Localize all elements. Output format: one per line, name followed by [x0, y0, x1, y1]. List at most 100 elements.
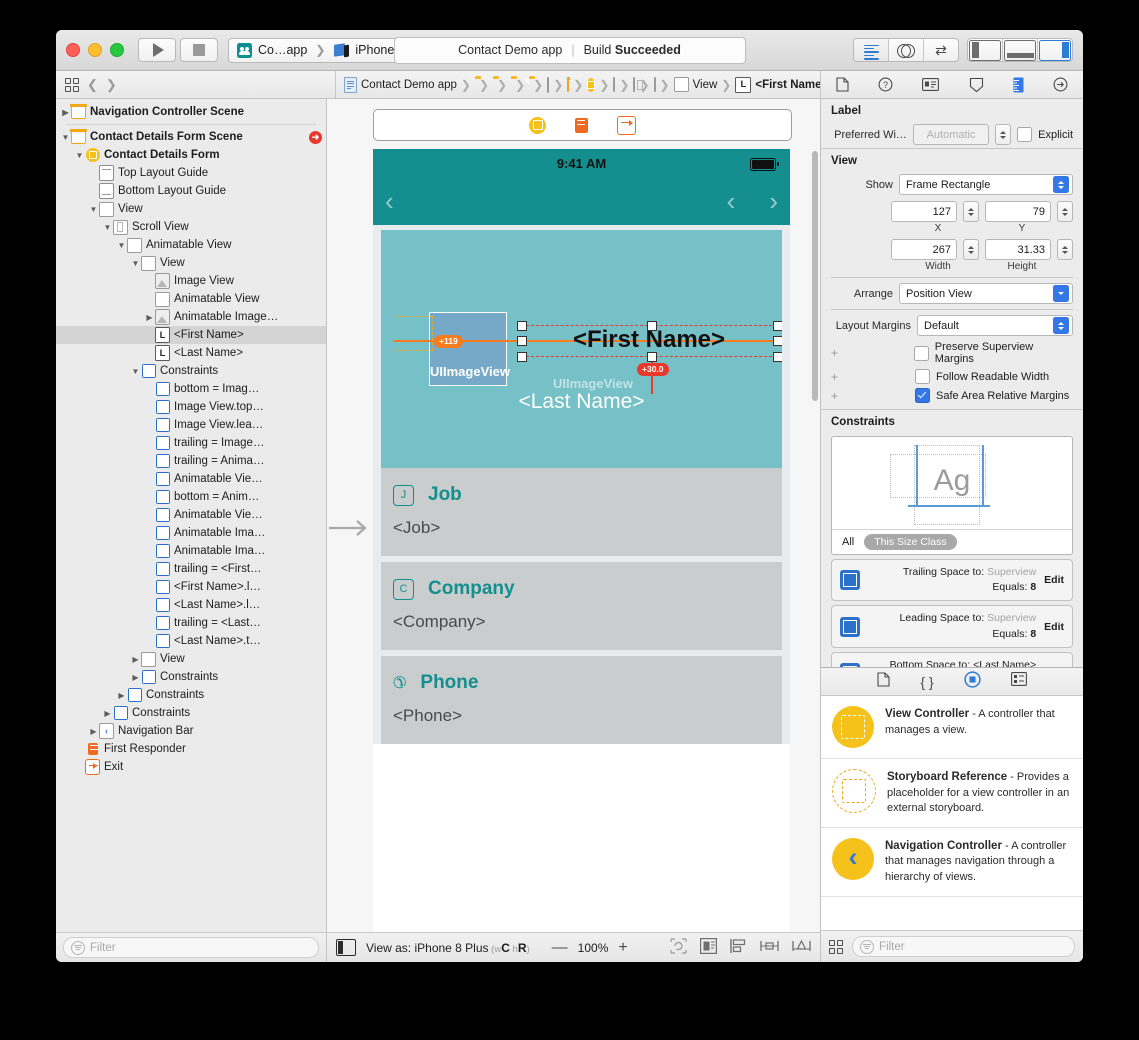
toggle-debug-button[interactable]	[1003, 39, 1038, 61]
exit-icon[interactable]	[617, 115, 636, 135]
margin-checkbox[interactable]	[915, 388, 930, 403]
layout-margins-popup[interactable]: Default	[917, 315, 1073, 336]
height-field[interactable]: 31.33	[985, 239, 1051, 260]
tree-row[interactable]: Animatable Vie…	[56, 506, 326, 524]
disclosure-collapsed-icon[interactable]: ▶	[130, 655, 141, 664]
tree-row[interactable]: Image View.lea…	[56, 416, 326, 434]
zoom-in-button[interactable]: +	[618, 939, 627, 957]
breadcrumb-view[interactable]: View	[673, 77, 717, 92]
object-library-icon[interactable]	[963, 670, 981, 693]
disclosure-expanded-icon[interactable]: ▼	[74, 151, 85, 160]
disclosure-expanded-icon[interactable]: ▼	[60, 133, 71, 142]
tree-row[interactable]: First Responder	[56, 740, 326, 758]
bottom-constraint-badge[interactable]: +30.0	[637, 363, 669, 377]
first-responder-icon[interactable]	[573, 117, 590, 134]
y-stepper[interactable]	[1057, 201, 1073, 222]
toggle-utilities-button[interactable]	[1038, 39, 1072, 61]
scope-this-size-class-button[interactable]: This Size Class	[864, 534, 957, 550]
constraints-preview[interactable]: Ag All This Size Class	[831, 436, 1073, 555]
tree-row[interactable]: Animatable Ima…	[56, 524, 326, 542]
resize-handle-mr[interactable]	[773, 336, 782, 346]
add-variation-icon[interactable]: +	[831, 389, 841, 403]
object-library-list[interactable]: View Controller - A controller that mana…	[821, 696, 1083, 930]
tree-row[interactable]: ▼ Animatable View	[56, 236, 326, 254]
tree-row[interactable]: Exit	[56, 758, 326, 776]
last-name-label[interactable]: <Last Name>	[381, 390, 782, 414]
back-arrow-icon[interactable]: ❮	[87, 77, 98, 93]
nav-back-icon[interactable]: ‹	[385, 186, 394, 217]
explicit-checkbox[interactable]	[1017, 127, 1033, 142]
breadcrumb-view-controller-icon[interactable]	[587, 77, 596, 92]
align-icon[interactable]	[730, 938, 747, 957]
resize-handle-tc[interactable]	[647, 321, 657, 331]
tree-row[interactable]: ▶ Constraints	[56, 704, 326, 722]
resize-handle-bl[interactable]	[517, 352, 527, 362]
resolve-auto-layout-icon[interactable]	[792, 938, 811, 957]
width-field[interactable]: 267	[891, 239, 957, 260]
tree-row[interactable]: ▶ Animatable Image…	[56, 308, 326, 326]
disclosure-collapsed-icon[interactable]: ▶	[116, 691, 127, 700]
nav-prev-icon[interactable]: ‹	[727, 186, 736, 217]
image-view-element[interactable]: UIImageView	[429, 312, 510, 386]
view-controller-icon[interactable]	[529, 116, 546, 134]
stop-button[interactable]	[180, 38, 218, 62]
tree-row[interactable]: L <Last Name>	[56, 344, 326, 362]
constraint-card[interactable]: Leading Space to: Superview Equals: 8 Edit	[831, 605, 1073, 648]
forward-arrow-icon[interactable]: ❯	[106, 77, 117, 93]
preferred-width-stepper[interactable]	[995, 124, 1012, 145]
height-stepper[interactable]	[1057, 239, 1073, 260]
attributes-inspector-icon[interactable]	[969, 77, 984, 93]
scheme-selector[interactable]: Co…app ❯ iPhone X	[228, 37, 416, 63]
resize-handle-tl[interactable]	[517, 321, 527, 331]
tree-row[interactable]: Image View	[56, 272, 326, 290]
zoom-button[interactable]	[110, 43, 124, 57]
minimize-button[interactable]	[88, 43, 102, 57]
toggle-navigator-button[interactable]	[968, 39, 1003, 61]
library-view-mode-icon[interactable]	[829, 939, 843, 954]
breadcrumb-view-icon-2[interactable]	[653, 77, 656, 92]
run-button[interactable]	[138, 38, 176, 62]
breadcrumb-storyboard-icon[interactable]	[566, 76, 570, 92]
tree-row[interactable]: L <First Name>	[56, 326, 326, 344]
tree-row[interactable]: <Last Name>.t…	[56, 632, 326, 650]
tree-row[interactable]: trailing = Anima…	[56, 452, 326, 470]
entry-point-badge[interactable]: ➜	[309, 130, 322, 144]
add-variation-icon[interactable]: +	[831, 346, 841, 360]
navigator-chooser-icon[interactable]	[65, 77, 79, 92]
leading-constraint-badge[interactable]: +119	[434, 335, 463, 349]
contact-field-row[interactable]: C Company <Company>	[381, 562, 782, 650]
disclosure-expanded-icon[interactable]: ▼	[130, 259, 141, 268]
zoom-out-button[interactable]: —	[552, 939, 568, 957]
x-stepper[interactable]	[963, 201, 979, 222]
view-as-control[interactable]: View as: iPhone 8 Plus (wC hR)	[366, 941, 530, 955]
resize-handle-bc[interactable]	[647, 352, 657, 362]
library-item[interactable]: Storyboard Reference - Provides a placeh…	[821, 759, 1083, 828]
arrange-popup[interactable]: Position View	[899, 283, 1073, 304]
resize-handle-br[interactable]	[773, 352, 782, 362]
tree-row[interactable]: trailing = <First…	[56, 560, 326, 578]
close-button[interactable]	[66, 43, 80, 57]
document-outline-tree[interactable]: ▶ Navigation Controller Scene ▼ Contact Det…	[56, 99, 326, 932]
contact-field-row[interactable]: ✆ Phone <Phone>	[381, 656, 782, 744]
disclosure-collapsed-icon[interactable]: ▶	[60, 108, 71, 117]
tree-row[interactable]: trailing = <Last…	[56, 614, 326, 632]
toggle-device-preview-button[interactable]	[336, 939, 356, 956]
tree-row[interactable]: ▶ Constraints	[56, 686, 326, 704]
assistant-editor-button[interactable]	[889, 39, 924, 61]
embed-in-icon[interactable]	[700, 938, 718, 957]
resize-handle-tr[interactable]	[773, 321, 782, 331]
navigator-filter-field[interactable]: Filter	[63, 937, 319, 958]
disclosure-expanded-icon[interactable]: ▼	[116, 241, 127, 250]
x-field[interactable]: 127	[891, 201, 957, 222]
constraint-edit-button[interactable]: Edit	[1044, 621, 1064, 633]
library-filter-field[interactable]: Filter	[852, 936, 1075, 957]
hero-view[interactable]: UIImageView UIImageView +119 +30.0 <Firs…	[381, 230, 782, 468]
library-item[interactable]: View Controller - A controller that mana…	[821, 696, 1083, 759]
tree-row[interactable]: ▼ View	[56, 200, 326, 218]
disclosure-collapsed-icon[interactable]: ▶	[144, 313, 155, 322]
margin-checkbox[interactable]	[915, 369, 930, 384]
disclosure-expanded-icon[interactable]: ▼	[88, 205, 99, 214]
disclosure-expanded-icon[interactable]: ▼	[102, 223, 113, 232]
tree-row[interactable]: Image View.top…	[56, 398, 326, 416]
disclosure-collapsed-icon[interactable]: ▶	[130, 673, 141, 682]
